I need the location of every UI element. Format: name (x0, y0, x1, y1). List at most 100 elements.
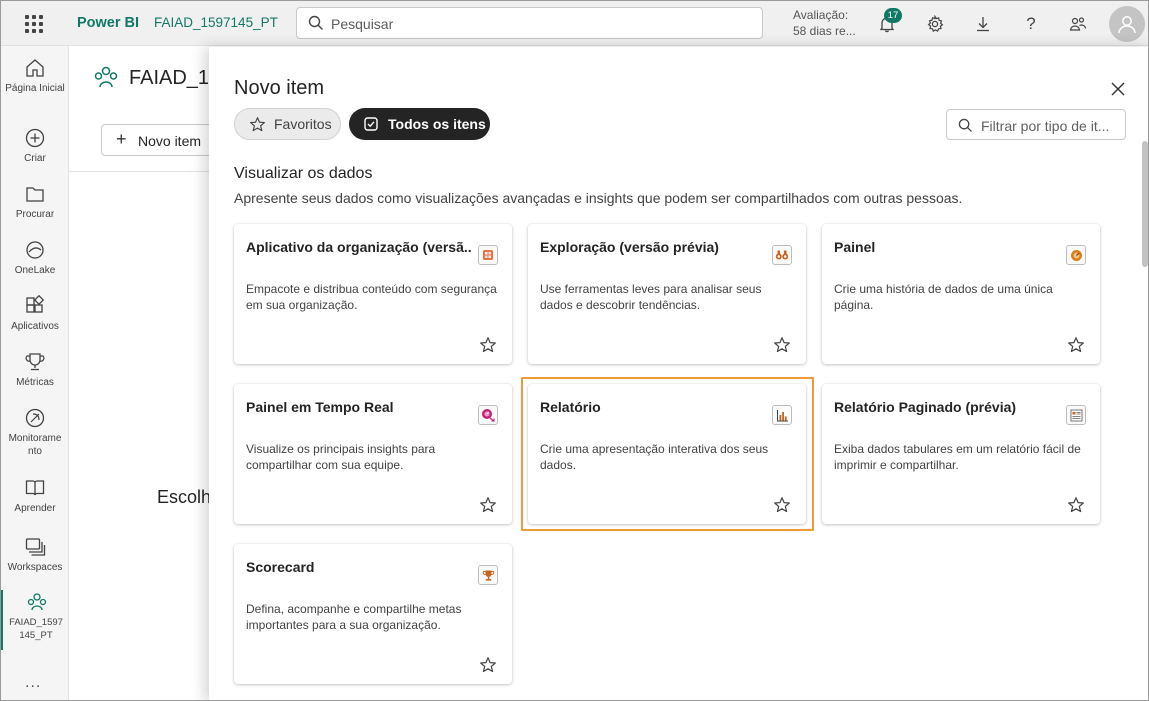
favorite-star-icon[interactable] (479, 336, 497, 354)
book-icon (1, 476, 69, 500)
apps-icon (1, 294, 69, 318)
item-card-org-app[interactable]: Aplicativo da organização (versã... Empa… (234, 224, 512, 364)
workspace-group-icon (3, 590, 71, 614)
search-placeholder: Pesquisar (331, 16, 394, 32)
highlight-box (521, 377, 814, 531)
avatar-icon[interactable] (1109, 6, 1145, 42)
search-icon (308, 15, 323, 30)
nav-label: Métricas (16, 377, 54, 388)
card-title: Relatório Paginado (prévia) (834, 399, 1017, 415)
waffle-icon[interactable] (23, 13, 45, 35)
tab-favorites[interactable]: Favoritos (234, 108, 341, 140)
scorecard-trophy-icon (478, 565, 498, 585)
workspace-icon (93, 65, 119, 92)
item-card-paginated-report[interactable]: Relatório Paginado (prévia) Exiba dados … (822, 384, 1100, 524)
help-icon[interactable]: ? (1020, 13, 1042, 35)
top-bar: Power BI FAIAD_1597145_PT Pesquisar Aval… (1, 1, 1148, 46)
choose-text: Escolh (157, 487, 212, 507)
nav-item-browse[interactable]: Procurar (1, 182, 69, 221)
card-description: Crie uma história de dados de uma única … (834, 282, 1053, 312)
section-title: Visualizar os dados (234, 165, 373, 182)
card-title: Painel em Tempo Real (246, 399, 394, 415)
section-description: Apresente seus dados como visualizações … (234, 190, 963, 206)
nav-item-monitor[interactable]: Monitoramento (1, 406, 69, 458)
search-icon (958, 118, 973, 133)
nav-label: Procurar (15, 209, 55, 220)
workspace-breadcrumb[interactable]: FAIAD_1597145_PT (154, 15, 278, 30)
nav-item-current-workspace[interactable]: FAIAD_1597145_PT (1, 590, 69, 650)
filter-input[interactable]: Filtrar por tipo de it... (946, 109, 1126, 140)
item-card-realtime-dashboard[interactable]: Painel em Tempo Real Visualize os princi… (234, 384, 512, 524)
nav-label: Criar (24, 153, 46, 164)
filter-placeholder: Filtrar por tipo de it... (981, 118, 1110, 134)
nav-item-learn[interactable]: Aprender (1, 476, 69, 515)
workspace-title: FAIAD_15 (129, 67, 221, 89)
create-icon (1, 126, 69, 150)
trophy-icon (1, 350, 69, 374)
card-title: Aplicativo da organização (versã... (246, 239, 471, 255)
star-icon (249, 116, 266, 133)
card-title: Scorecard (246, 559, 315, 575)
nav-item-metrics[interactable]: Métricas (1, 350, 69, 389)
share-icon[interactable] (1067, 13, 1089, 35)
card-title: Painel (834, 239, 876, 255)
trial-label: Avaliação: (793, 8, 849, 22)
trial-days: 58 dias re... (793, 23, 856, 38)
nav-item-home[interactable]: Página Inicial (1, 56, 69, 95)
monitor-icon (1, 406, 69, 430)
gear-icon[interactable] (924, 13, 946, 35)
notification-badge: 17 (884, 8, 902, 23)
search-input[interactable]: Pesquisar (296, 7, 763, 39)
nav-label: Workspaces (7, 562, 63, 573)
nav-label: OneLake (14, 265, 56, 276)
dashboard-gauge-icon (1066, 245, 1086, 265)
favorite-star-icon[interactable] (1067, 336, 1085, 354)
nav-label: Monitoramento (8, 433, 62, 457)
tab-label: Favoritos (274, 116, 332, 132)
item-card-scorecard[interactable]: Scorecard Defina, acompanhe e compartilh… (234, 544, 512, 684)
nav-item-apps[interactable]: Aplicativos (1, 294, 69, 333)
app-name[interactable]: Power BI (77, 15, 139, 31)
realtime-dashboard-icon (478, 405, 498, 425)
onelake-icon (1, 238, 69, 262)
divider (69, 171, 229, 172)
card-description: Defina, acompanhe e compartilhe metas im… (246, 602, 462, 632)
nav-label: Aprender (14, 503, 56, 514)
tab-all-items[interactable]: Todos os itens (349, 108, 490, 140)
panel-title: Novo item (234, 77, 325, 99)
trial-status[interactable]: Avaliação: 58 dias re... (793, 8, 856, 39)
favorite-star-icon[interactable] (1067, 496, 1085, 514)
card-title: Exploração (versão prévia) (540, 239, 719, 255)
card-description: Visualize os principais insights para co… (246, 442, 436, 472)
plus-icon: + (116, 129, 127, 149)
nav-item-create[interactable]: Criar (1, 126, 69, 165)
scrollbar[interactable] (1142, 141, 1148, 267)
folder-icon (1, 182, 69, 206)
new-item-panel: Novo item Favoritos Todos os itens Filtr… (209, 47, 1148, 700)
close-icon[interactable] (1109, 80, 1127, 98)
more-icon[interactable]: ... (25, 674, 41, 692)
favorite-star-icon[interactable] (479, 656, 497, 674)
binoculars-icon (772, 245, 792, 265)
favorite-star-icon[interactable] (479, 496, 497, 514)
nav-item-workspaces[interactable]: Workspaces (1, 535, 69, 574)
item-card-exploration[interactable]: Exploração (versão prévia) Use ferrament… (528, 224, 806, 364)
favorite-star-icon[interactable] (773, 336, 791, 354)
tab-label: Todos os itens (388, 116, 486, 132)
nav-label: FAIAD_1597145_PT (9, 617, 63, 641)
app-window: Power BI FAIAD_1597145_PT Pesquisar Aval… (0, 0, 1149, 701)
item-card-dashboard[interactable]: Painel Crie uma história de dados de uma… (822, 224, 1100, 364)
nav-label: Aplicativos (11, 321, 59, 332)
home-icon (1, 56, 69, 80)
nav-label: Página Inicial (5, 83, 65, 94)
card-description: Exiba dados tabulares em um relatório fá… (834, 442, 1081, 472)
card-description: Use ferramentas leves para analisar seus… (540, 282, 762, 312)
workspaces-icon (1, 535, 69, 559)
left-navigation: Página Inicial Criar Procurar OneLake Ap… (1, 46, 69, 700)
org-app-icon (478, 245, 498, 265)
nav-item-onelake[interactable]: OneLake (1, 238, 69, 277)
download-icon[interactable] (972, 13, 994, 35)
card-description: Empacote e distribua conteúdo com segura… (246, 282, 497, 312)
new-item-label: Novo item (138, 133, 202, 149)
checkbox-icon (364, 117, 378, 131)
